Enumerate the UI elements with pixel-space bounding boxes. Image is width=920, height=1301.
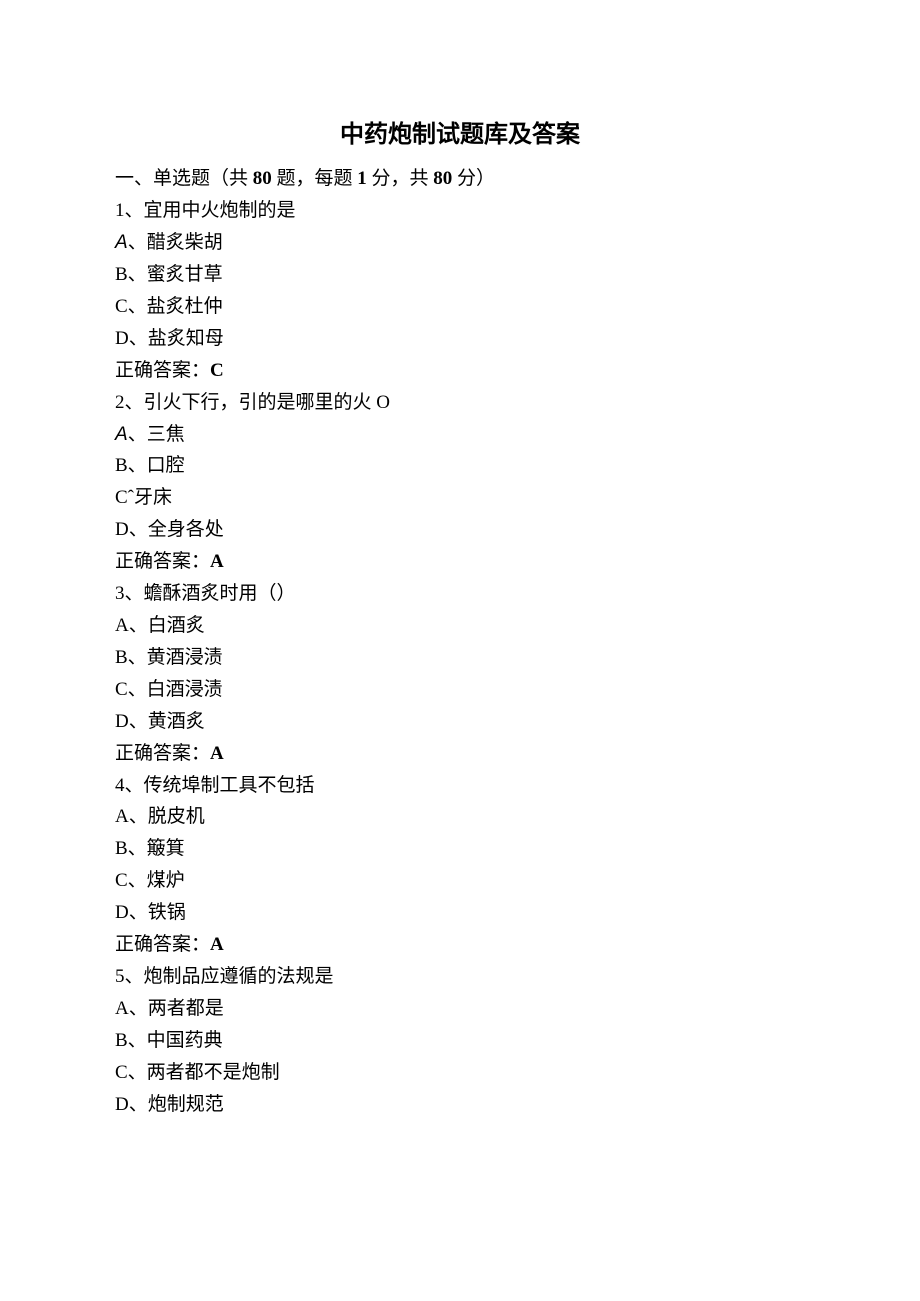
answer-value: C (210, 360, 224, 381)
q2-option-d: D、全身各处 (115, 514, 805, 546)
section-mid1: 题，每题 (272, 168, 358, 189)
q5-stem: 5、炮制品应遵循的法规是 (115, 961, 805, 993)
q2-stem: 2、引火下行，引的是哪里的火 O (115, 387, 805, 419)
answer-label: 正确答案： (115, 934, 210, 955)
q5-option-a: A、两者都是 (115, 993, 805, 1025)
q4-option-a: A、脱皮机 (115, 801, 805, 833)
q4-option-c: C、煤炉 (115, 865, 805, 897)
q5-option-d: D、炮制规范 (115, 1089, 805, 1121)
q4-answer: 正确答案：A (115, 929, 805, 961)
section-header: 一、单选题（共 80 题，每题 1 分，共 80 分） (115, 163, 805, 195)
answer-label: 正确答案： (115, 743, 210, 764)
document-title: 中药炮制试题库及答案 (115, 115, 805, 155)
answer-label: 正确答案： (115, 360, 210, 381)
document-page: 中药炮制试题库及答案 一、单选题（共 80 题，每题 1 分，共 80 分） 1… (0, 0, 920, 1121)
answer-value: A (210, 934, 224, 955)
q2-option-b: B、口腔 (115, 450, 805, 482)
q2-option-a: A、三焦 (115, 419, 805, 451)
q5-option-b: B、中国药典 (115, 1025, 805, 1057)
section-points: 1 (357, 168, 367, 189)
q1-option-c: C、盐炙杜仲 (115, 291, 805, 323)
q2-answer: 正确答案：A (115, 546, 805, 578)
q1-answer: 正确答案：C (115, 355, 805, 387)
option-text: 、醋炙柴胡 (128, 232, 223, 253)
answer-value: A (210, 743, 224, 764)
option-letter: A (115, 232, 128, 253)
option-letter: A (115, 424, 128, 445)
section-count2: 80 (433, 168, 452, 189)
option-text: 、三焦 (128, 424, 185, 445)
q4-option-d: D、铁锅 (115, 897, 805, 929)
section-mid2: 分，共 (367, 168, 434, 189)
q1-option-b: B、蜜炙甘草 (115, 259, 805, 291)
q3-option-d: D、黄酒炙 (115, 706, 805, 738)
q1-option-d: D、盐炙知母 (115, 323, 805, 355)
q4-stem: 4、传统埠制工具不包括 (115, 770, 805, 802)
q2-option-c: Cˆ牙床 (115, 482, 805, 514)
answer-label: 正确答案： (115, 551, 210, 572)
q3-option-c: C、白酒浸渍 (115, 674, 805, 706)
section-count: 80 (253, 168, 272, 189)
q3-answer: 正确答案：A (115, 738, 805, 770)
q3-option-a: A、白酒炙 (115, 610, 805, 642)
q4-option-b: B、簸箕 (115, 833, 805, 865)
q3-stem: 3、蟾酥酒炙时用（） (115, 578, 805, 610)
answer-value: A (210, 551, 224, 572)
q3-option-b: B、黄酒浸渍 (115, 642, 805, 674)
q1-stem: 1、宜用中火炮制的是 (115, 195, 805, 227)
section-suffix: 分） (452, 168, 495, 189)
section-prefix: 一、单选题（共 (115, 168, 253, 189)
q5-option-c: C、两者都不是炮制 (115, 1057, 805, 1089)
q1-option-a: A、醋炙柴胡 (115, 227, 805, 259)
